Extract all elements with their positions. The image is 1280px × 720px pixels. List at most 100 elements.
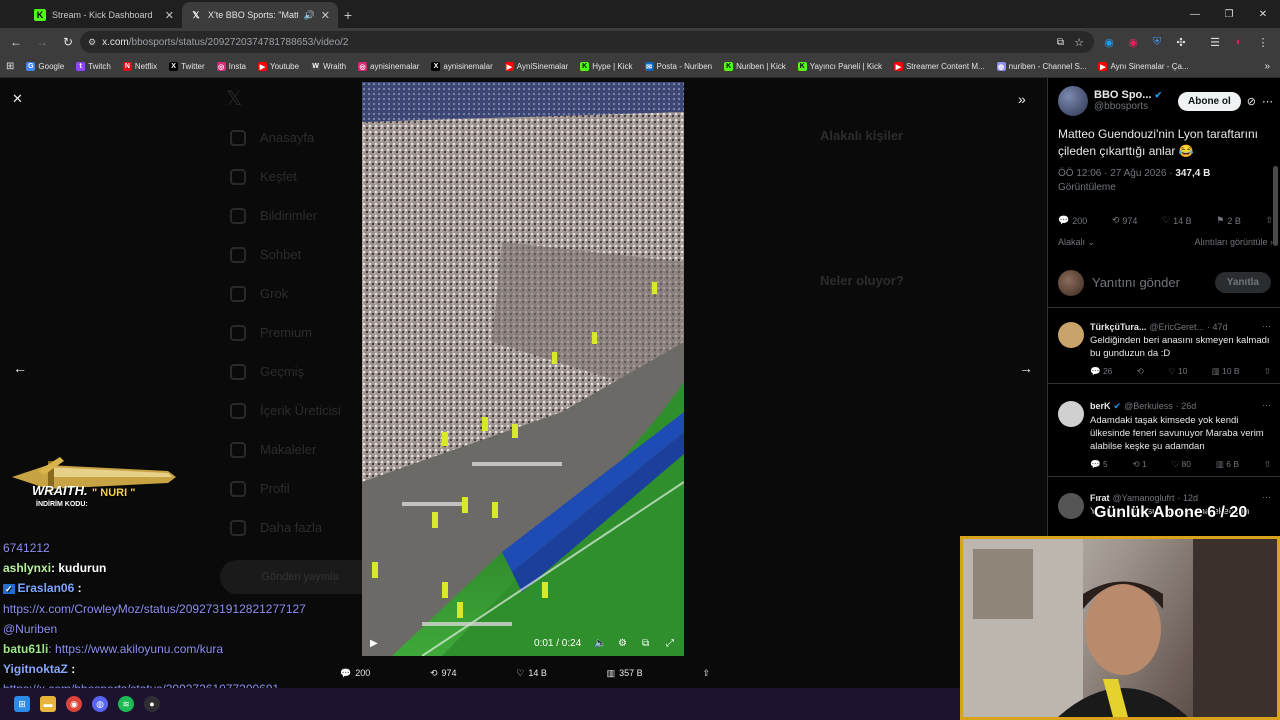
bookmark-aynisinemalar-x[interactable]: Xaynisinemalar <box>431 62 493 71</box>
bookmark-posta[interactable]: ✉ Posta - Nuriben <box>644 62 712 71</box>
bookmark-ayni-sinemalar[interactable]: ▶ Aynı Sinemalar - Ça... <box>1098 62 1189 71</box>
reply-input[interactable]: Yanıtını gönder <box>1092 275 1215 290</box>
daily-subs-counter: Günlük Abone 6 / 20 <box>1094 504 1248 521</box>
bookmark-twitter[interactable]: X Twitter <box>169 62 205 71</box>
more-icon[interactable]: ⋯ <box>1262 492 1271 503</box>
avatar[interactable] <box>1058 493 1084 519</box>
author-handle[interactable]: @bbosports <box>1094 101 1178 113</box>
views-action[interactable]: ▥ 6 B <box>1216 459 1239 470</box>
menu-icon[interactable]: ⋮ <box>1252 28 1274 56</box>
like-stat[interactable]: ♡ 14 B <box>1162 215 1192 226</box>
more-icon[interactable]: ⋯ <box>1262 400 1271 411</box>
extensions-icon[interactable]: ✣ <box>1170 28 1192 56</box>
bookmark-yayinci-paneli[interactable]: K Yayıncı Paneli | Kick <box>797 62 882 71</box>
file-explorer-icon[interactable]: ▬ <box>40 696 56 712</box>
reply-item[interactable]: TürkçüTura... @EricGeret... · 47d ⋯ Geldiğ… <box>1048 316 1280 384</box>
volume-icon[interactable]: 🔈 <box>594 638 606 649</box>
discord-icon[interactable]: ◍ <box>92 696 108 712</box>
reply-action[interactable]: 💬 5 <box>1090 459 1108 470</box>
back-icon[interactable]: ← <box>4 30 28 54</box>
video-player[interactable] <box>362 82 684 656</box>
follow-button[interactable]: Abone ol <box>1178 91 1241 111</box>
new-tab-button[interactable]: + <box>338 2 358 28</box>
site-info-icon[interactable]: ⚙ <box>88 37 96 48</box>
tweet-meta: ÖÖ 12:06 · 27 Ağu 2026 · 347,4 B Görüntü… <box>1058 167 1273 195</box>
close-window-icon[interactable]: ✕ <box>1246 0 1280 28</box>
bookmark-streamer-content[interactable]: ▶ Streamer Content M... <box>893 62 985 71</box>
view-quotes-link[interactable]: Alıntıları görüntüle › <box>1194 237 1273 248</box>
bookmark-channel[interactable]: ◍ nuriben - Channel S... <box>996 62 1086 71</box>
bookmark-google[interactable]: G Google <box>26 62 64 71</box>
bookmark-nuriben-kick[interactable]: K Nuriben | Kick <box>724 62 786 71</box>
reply-stat[interactable]: 💬 200 <box>1058 215 1087 226</box>
forward-icon[interactable]: → <box>30 30 54 54</box>
like-action[interactable]: ♡ 10 <box>1168 366 1187 377</box>
author-name-row[interactable]: BBO Spo... ✔ <box>1094 89 1178 101</box>
minimize-icon[interactable]: — <box>1178 0 1212 28</box>
reply-item[interactable]: berK ✔ @Berkuless · 26d ⋯ Adamdaki taşak ki… <box>1048 395 1280 477</box>
grok-icon[interactable]: ⊘ <box>1247 95 1256 108</box>
bookmark-stat[interactable]: ⚑ 2 B <box>1216 215 1241 226</box>
bookmark-twitch[interactable]: t Twitch <box>76 62 111 71</box>
start-icon[interactable]: ⊞ <box>14 696 30 712</box>
close-viewer-icon[interactable]: ✕ <box>12 91 23 107</box>
bookmark-insta[interactable]: ◎ Insta <box>216 62 246 71</box>
more-bookmarks-icon[interactable]: » <box>1264 61 1270 72</box>
tab-search-icon[interactable]: ☰ <box>1204 28 1226 56</box>
views-action[interactable]: ▥ 10 B <box>1212 366 1240 377</box>
avatar[interactable] <box>1058 86 1088 116</box>
share-icon[interactable]: ⇧ <box>1264 366 1271 377</box>
bookmark-star-icon[interactable]: ☆ <box>1074 36 1084 49</box>
profile-avatar-icon[interactable]: ◐ <box>1228 28 1250 56</box>
close-icon[interactable]: ✕ <box>165 9 174 22</box>
bookmark-aynisinemalar-insta[interactable]: ◎ aynisinemalar <box>358 62 419 71</box>
bookmark-youtube[interactable]: ▶ Youtube <box>258 62 299 71</box>
fullscreen-icon[interactable]: ⤢ <box>666 638 674 649</box>
reload-icon[interactable]: ↻ <box>56 30 80 54</box>
more-icon[interactable]: ⋯ <box>1262 321 1271 332</box>
more-icon[interactable]: ⋯ <box>1262 95 1273 108</box>
share-action[interactable]: ⇧ <box>702 668 710 679</box>
repost-action[interactable]: ⟲ <box>1137 366 1144 377</box>
next-arrow-icon[interactable]: → <box>1016 360 1036 376</box>
extension-3-icon[interactable]: ⛨ <box>1146 28 1168 56</box>
extension-1-icon[interactable]: ◉ <box>1098 28 1120 56</box>
tweet-time[interactable]: ÖÖ 12:06 · 27 Ağu 2026 · <box>1058 168 1175 179</box>
avatar[interactable] <box>1058 401 1084 427</box>
apps-icon[interactable]: ⊞ <box>6 61 14 72</box>
share-icon[interactable]: ⇧ <box>1265 215 1273 226</box>
address-bar[interactable]: ⚙ x.com/bbosports/status/209272037478178… <box>80 31 1094 53</box>
bookmark-netflix[interactable]: N Netflix <box>122 62 157 71</box>
repost-action[interactable]: ⟲ 1 <box>1133 459 1147 470</box>
close-icon[interactable]: ✕ <box>321 9 330 22</box>
views-action[interactable]: ▥ 357 B <box>607 668 643 679</box>
share-icon[interactable]: ⇧ <box>1264 459 1271 470</box>
scrollbar[interactable] <box>1273 166 1278 246</box>
chrome-icon[interactable]: ◉ <box>66 696 82 712</box>
restore-icon[interactable]: ❐ <box>1212 0 1246 28</box>
like-action[interactable]: ♡ 14 B <box>516 668 547 679</box>
reply-button[interactable]: Yanıtla <box>1214 272 1271 293</box>
avatar[interactable] <box>1058 322 1084 348</box>
bookmark-aynisinemalar-yt[interactable]: ▶ AyniSinemalar <box>504 62 568 71</box>
pip-icon[interactable]: ⧉ <box>642 638 649 649</box>
reply-action[interactable]: 💬 200 <box>340 668 370 679</box>
collapse-panel-icon[interactable]: » <box>1018 91 1026 107</box>
extension-2-icon[interactable]: ◉ <box>1122 28 1144 56</box>
sort-dropdown[interactable]: Alakalı ⌄ <box>1058 237 1095 248</box>
repost-stat[interactable]: ⟲ 974 <box>1112 215 1138 226</box>
install-icon[interactable]: ⧉ <box>1057 37 1064 48</box>
tab-x-post[interactable]: 𝕏 X'te BBO Sports: "Matteo 🔊 ✕ <box>182 2 338 28</box>
like-action[interactable]: ♡ 80 <box>1172 459 1191 470</box>
tab-kick-dashboard[interactable]: K Stream - Kick Dashboard ✕ <box>26 2 182 28</box>
prev-arrow-icon[interactable]: ← <box>10 360 30 376</box>
repost-action[interactable]: ⟲ 974 <box>430 668 457 679</box>
obs-icon[interactable]: ● <box>144 696 160 712</box>
spotify-icon[interactable]: ≋ <box>118 696 134 712</box>
play-icon[interactable]: ▶ <box>370 638 378 649</box>
settings-icon[interactable]: ⚙ <box>618 638 627 649</box>
bookmark-hype-kick[interactable]: K Hype | Kick <box>580 62 633 71</box>
reply-action[interactable]: 💬 26 <box>1090 366 1112 377</box>
bookmark-wraith[interactable]: W Wraith <box>311 62 346 71</box>
speaker-icon[interactable]: 🔊 <box>304 10 315 21</box>
